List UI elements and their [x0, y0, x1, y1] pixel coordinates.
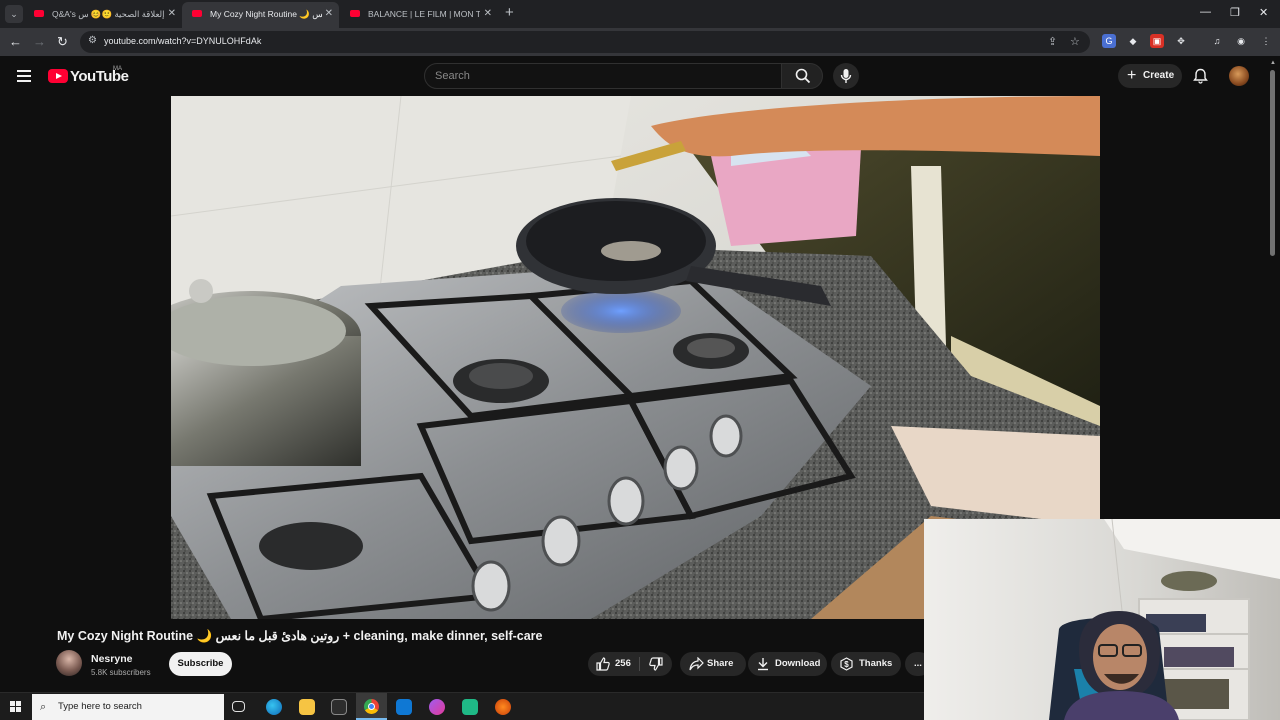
plus-icon: + [1127, 67, 1137, 84]
download-button[interactable]: Download [748, 652, 827, 676]
youtube-header: YouTube MA Search + Create [0, 56, 1280, 96]
notifications-bell-icon[interactable] [1193, 68, 1208, 84]
youtube-favicon-icon [350, 10, 360, 17]
channel-avatar[interactable] [56, 650, 82, 676]
tab-search-icon[interactable]: ⌄ [5, 5, 23, 23]
app-green-icon[interactable] [462, 699, 478, 715]
file-explorer-icon[interactable] [299, 699, 315, 715]
like-count: 256 [615, 658, 631, 669]
video-title: My Cozy Night Routine 🌙 روتين هادئ قبل م… [57, 629, 543, 643]
browser-tab-2[interactable]: My Cozy Night Routine 🌙 نعس ✕ [182, 2, 339, 28]
close-tab-icon[interactable]: ✕ [325, 2, 333, 26]
tab-title: My Cozy Night Routine 🌙 نعس [210, 9, 322, 19]
thumbs-up-icon [596, 657, 610, 671]
account-avatar[interactable] [1229, 66, 1249, 86]
download-label: Download [775, 658, 821, 669]
site-info-icon[interactable]: ⚙ [88, 35, 97, 46]
dislike-button[interactable] [640, 652, 672, 676]
back-icon[interactable]: ← [9, 34, 22, 50]
browser-tab-strip: ⌄ Q&A's إلعلاقة الصحية 🙂😊 س ✕ My Cozy Ni… [0, 0, 1280, 28]
taskbar-search-placeholder: Type here to search [58, 701, 142, 712]
like-dislike-group: 256 [588, 652, 672, 676]
country-code: MA [113, 66, 122, 72]
thumbs-down-icon [649, 657, 663, 671]
thanks-icon: $ [840, 657, 853, 671]
more-icon: ... [914, 658, 922, 669]
search-input[interactable]: Search [424, 63, 782, 89]
subscribe-button[interactable]: Subscribe [169, 652, 232, 676]
close-window-icon[interactable]: ✕ [1259, 6, 1268, 19]
microphone-icon [840, 69, 852, 83]
share-button[interactable]: Share [680, 652, 746, 676]
browser-tab-1[interactable]: Q&A's إلعلاقة الصحية 🙂😊 س ✕ [24, 3, 182, 25]
thanks-label: Thanks [859, 658, 893, 669]
microsoft-store-icon[interactable] [331, 699, 347, 715]
subscriber-count: 5.8K subscribers [91, 668, 151, 677]
windows-start-icon[interactable] [10, 701, 22, 713]
close-tab-icon[interactable]: ✕ [484, 3, 492, 25]
webcam-overlay [924, 519, 1280, 720]
app-purple-icon[interactable] [429, 699, 445, 715]
close-tab-icon[interactable]: ✕ [168, 3, 176, 25]
browser-toolbar: ← → ↻ ⚙ youtube.com/watch?v=DYNULOHFdAk … [0, 28, 1280, 56]
install-app-icon[interactable]: ⇪ [1048, 35, 1057, 48]
new-tab-icon[interactable]: + [505, 4, 514, 22]
browser-menu-icon[interactable]: ⋮ [1259, 34, 1273, 48]
chrome-taskbar-active[interactable] [356, 693, 387, 720]
taskbar-search-box[interactable]: ⌕ Type here to search [32, 694, 224, 720]
create-button[interactable]: + Create [1118, 64, 1182, 88]
minimize-icon[interactable]: — [1200, 6, 1211, 18]
extensions-puzzle-icon[interactable]: ✥ [1174, 34, 1188, 48]
share-label: Share [707, 658, 734, 669]
tab-title: Q&A's إلعلاقة الصحية 🙂😊 س [52, 9, 164, 19]
translate-extension-icon[interactable]: G [1102, 34, 1116, 48]
voice-search-button[interactable] [833, 63, 859, 89]
extension-diamond-icon[interactable]: ◆ [1126, 34, 1140, 48]
forward-icon[interactable]: → [33, 34, 46, 50]
app-orange-icon[interactable] [495, 699, 511, 715]
like-button[interactable]: 256 [588, 652, 638, 676]
search-button[interactable] [781, 63, 823, 89]
tab-title: BALANCE | LE FILM | MON TOU [368, 9, 480, 19]
page-scrollbar[interactable] [1270, 70, 1275, 256]
chrome-icon-center [368, 703, 375, 710]
profile-icon[interactable]: ◉ [1234, 34, 1248, 48]
edge-browser-icon[interactable] [266, 699, 282, 715]
outlook-icon[interactable] [396, 699, 412, 715]
youtube-favicon-icon [192, 10, 202, 17]
webcam-feed-image [924, 519, 1280, 720]
thanks-button[interactable]: $ Thanks [831, 652, 901, 676]
search-icon: ⌕ [40, 701, 47, 713]
search-icon [795, 68, 811, 84]
restore-icon[interactable]: ❐ [1230, 6, 1240, 19]
browser-tab-3[interactable]: BALANCE | LE FILM | MON TOU ✕ [340, 3, 498, 25]
svg-text:$: $ [844, 660, 849, 669]
download-icon [758, 658, 768, 671]
url-text: youtube.com/watch?v=DYNULOHFdAk [104, 36, 262, 46]
media-control-icon[interactable]: ♫ [1210, 34, 1224, 48]
extension-red-icon[interactable]: ▣ [1150, 34, 1164, 48]
scroll-up-arrow-icon[interactable]: ▲ [1270, 60, 1276, 66]
youtube-favicon-icon [34, 10, 44, 17]
task-view-icon[interactable] [232, 701, 245, 712]
guide-menu-icon[interactable] [17, 70, 31, 85]
reload-icon[interactable]: ↻ [57, 34, 68, 50]
channel-name[interactable]: Nesryne [91, 653, 132, 665]
youtube-logo-icon[interactable] [48, 69, 68, 83]
address-bar[interactable]: ⚙ youtube.com/watch?v=DYNULOHFdAk ⇪ ☆ [80, 31, 1090, 53]
bookmark-star-icon[interactable]: ☆ [1070, 35, 1080, 48]
share-icon [689, 657, 704, 671]
create-label: Create [1143, 70, 1175, 81]
